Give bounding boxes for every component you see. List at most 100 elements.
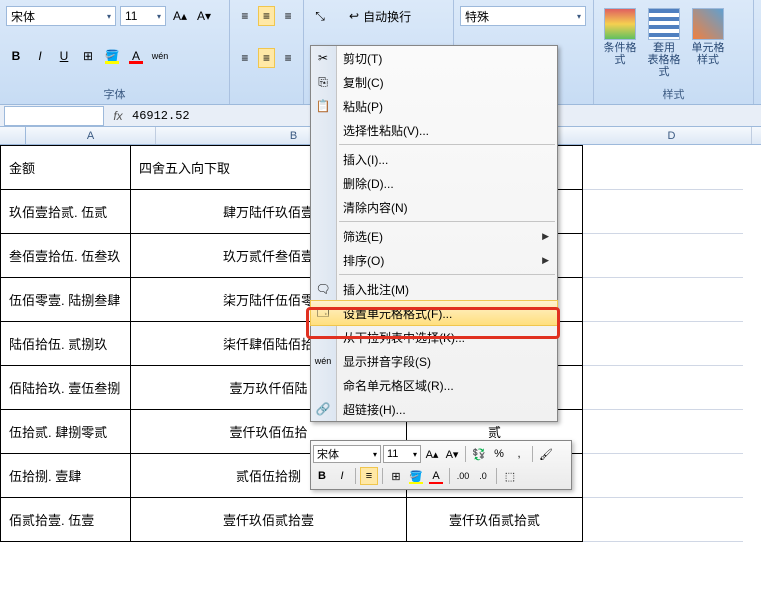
mini-format-painter-button[interactable]: 🖌 [537,445,555,463]
cell[interactable] [583,410,743,454]
menu-item-hyperlink[interactable]: 🔗超链接(H)... [311,397,557,421]
cell[interactable] [583,190,743,234]
orientation-button[interactable]: ⤡ [310,6,330,26]
align-left-button[interactable]: ≡ [236,48,254,68]
mini-accounting-button[interactable]: 💱 [470,445,488,463]
align-middle-button[interactable]: ≡ [258,6,276,26]
cell[interactable]: 金额 [1,146,131,190]
cell[interactable]: 佰贰拾壹. 伍壹 [1,498,131,542]
cell[interactable]: 壹仟玖佰贰拾贰 [407,498,583,542]
menu-item-insert-comment[interactable]: 🗨 插入批注(M) [311,277,557,301]
mini-font-color-button[interactable]: A [427,467,445,485]
mini-shrink-font-button[interactable]: A▾ [443,445,461,463]
cell[interactable] [583,278,743,322]
cell[interactable] [583,234,743,278]
mini-font-name-combo[interactable]: 宋体▾ [313,445,381,463]
font-name-combo[interactable]: 宋体▾ [6,6,116,26]
menu-item-paste[interactable]: 📋粘贴(P) [311,94,557,118]
cell[interactable]: 伍拾捌. 壹肆 [1,454,131,498]
col-header-a[interactable]: A [26,127,156,144]
mini-merge-button[interactable]: ⬚ [501,467,519,485]
name-box[interactable] [4,106,104,126]
pinyin-icon: wén [315,353,331,369]
phonetic-button[interactable]: wén [150,46,170,66]
mini-percent-button[interactable]: % [490,445,508,463]
table-format-button[interactable]: 套用 表格格式 [644,4,684,78]
menu-item-name-range[interactable]: 命名单元格区域(R)... [311,373,557,397]
fill-color-button[interactable]: 🪣 [102,46,122,66]
menu-item-dropdown-pick[interactable]: 从下拉列表中选择(K)... [311,325,557,349]
cell[interactable] [583,366,743,410]
menu-label: 选择性粘贴(V)... [343,122,429,139]
mini-font-size-combo[interactable]: 11▾ [383,445,421,463]
cell[interactable] [583,498,743,542]
number-format-combo[interactable]: 特殊▾ [460,6,586,26]
cell[interactable]: 伍拾贰. 肆捌零贰 [1,410,131,454]
wrap-text-label: 自动换行 [363,8,411,25]
menu-item-filter[interactable]: 筛选(E) ▶ [311,224,557,248]
select-all-corner[interactable] [0,127,26,144]
menu-label: 插入(I)... [343,151,388,168]
fx-label[interactable]: fx [108,109,128,123]
align-bottom-button[interactable]: ≡ [279,6,297,26]
mini-italic-button[interactable]: I [333,467,351,485]
mini-comma-button[interactable]: , [510,445,528,463]
shrink-font-button[interactable]: A▾ [194,6,214,26]
font-group-label: 字体 [6,84,223,102]
menu-label: 超链接(H)... [343,401,406,418]
menu-label: 筛选(E) [343,228,383,245]
mini-toolbar: 宋体▾ 11▾ A▴ A▾ 💱 % , 🖌 B I ≡ ⊞ 🪣 A .00 .0… [310,440,572,490]
scissors-icon: ✂ [315,50,331,66]
cell[interactable] [583,322,743,366]
cell[interactable]: 壹仟玖佰贰拾壹 [131,498,407,542]
cell[interactable]: 玖佰壹拾贰. 伍贰 [1,190,131,234]
submenu-arrow-icon: ▶ [542,255,549,266]
menu-item-show-pinyin[interactable]: wén显示拼音字段(S) [311,349,557,373]
grow-font-button[interactable]: A▴ [170,6,190,26]
cell[interactable]: 佰陆拾玖. 壹伍叁捌 [1,366,131,410]
menu-label: 插入批注(M) [343,281,409,298]
copy-icon: ⎘ [315,74,331,90]
comment-icon: 🗨 [315,281,331,297]
mini-bold-button[interactable]: B [313,467,331,485]
underline-button[interactable]: U [54,46,74,66]
menu-item-delete[interactable]: 删除(D)... [311,171,557,195]
align-right-button[interactable]: ≡ [279,48,297,68]
bold-button[interactable]: B [6,46,26,66]
menu-separator [339,144,555,145]
align-center-button[interactable]: ≡ [258,48,276,68]
menu-item-paste-special[interactable]: 选择性粘贴(V)... [311,118,557,142]
font-color-button[interactable]: A [126,46,146,66]
wrap-text-button[interactable]: ↩ 自动换行 [344,6,416,26]
mini-align-center-button[interactable]: ≡ [360,467,378,485]
menu-label: 从下拉列表中选择(K)... [343,329,465,346]
italic-button[interactable]: I [30,46,50,66]
table-row: 佰贰拾壹. 伍壹壹仟玖佰贰拾壹壹仟玖佰贰拾贰 [1,498,743,542]
menu-item-sort[interactable]: 排序(O)▶ [311,248,557,272]
conditional-format-button[interactable]: 条件格式 [600,4,640,78]
mini-decrease-decimal-button[interactable]: .0 [474,467,492,485]
mini-increase-decimal-button[interactable]: .00 [454,467,472,485]
menu-item-insert[interactable]: 插入(I)... [311,147,557,171]
mini-border-button[interactable]: ⊞ [387,467,405,485]
submenu-arrow-icon: ▶ [542,231,549,242]
menu-item-cut[interactable]: ✂剪切(T) [311,46,557,70]
menu-item-copy[interactable]: ⎘复制(C) [311,70,557,94]
cell[interactable]: 伍佰零壹. 陆捌叁肆 [1,278,131,322]
font-size-combo[interactable]: 11▾ [120,6,166,26]
cell[interactable]: 陆佰拾伍. 贰捌玖 [1,322,131,366]
col-header-d[interactable]: D [592,127,752,144]
cell[interactable] [583,454,743,498]
border-button[interactable]: ⊞ [78,46,98,66]
menu-item-clear[interactable]: 清除内容(N) [311,195,557,219]
align-top-button[interactable]: ≡ [236,6,254,26]
menu-item-format-cells[interactable]: 🗔设置单元格格式(F)... [311,301,557,325]
mini-grow-font-button[interactable]: A▴ [423,445,441,463]
wrap-icon: ↩ [349,9,359,23]
cell-style-button[interactable]: 单元格 样式 [688,4,728,78]
cell[interactable] [583,146,743,190]
mini-fill-color-button[interactable]: 🪣 [407,467,425,485]
menu-label: 粘贴(P) [343,98,383,115]
cell[interactable]: 叁佰壹拾伍. 伍叁玖 [1,234,131,278]
mini-separator [382,468,383,484]
